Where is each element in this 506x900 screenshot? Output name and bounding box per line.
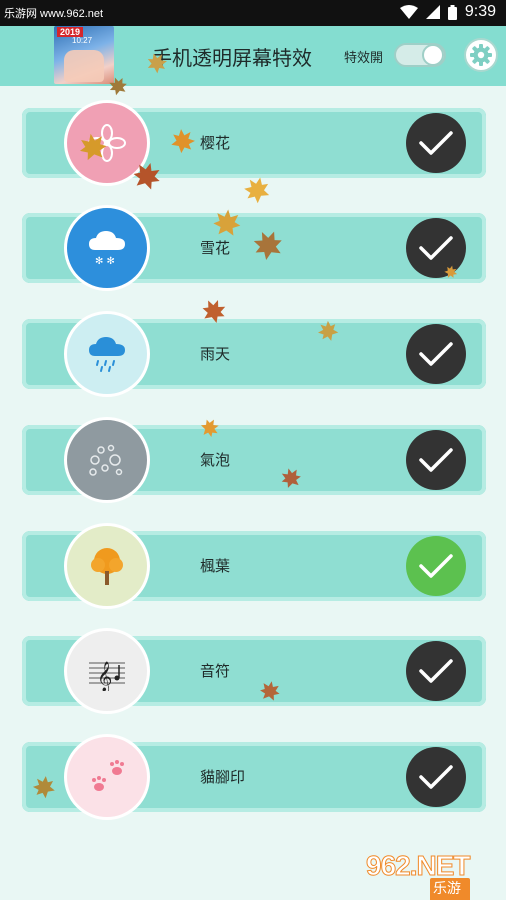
gear-icon: [470, 44, 492, 66]
effect-label: 雪花: [200, 239, 231, 257]
maple-leaf-icon: [281, 468, 301, 488]
maple-leaf-icon: [213, 209, 241, 236]
status-site-text: 乐游网 www.962.net: [4, 8, 104, 20]
maple-tree-icon: [91, 548, 123, 585]
status-icons: 9:39: [399, 3, 496, 21]
effect-card-maple[interactable]: 楓葉: [22, 523, 486, 609]
effect-label: 楓葉: [200, 557, 231, 575]
effect-label: 樱花: [200, 134, 231, 152]
maple-leaf-icon: [444, 265, 458, 278]
thumbnail-time: 10:27: [72, 36, 93, 45]
effect-check-button[interactable]: [406, 324, 466, 384]
wifi-icon: [399, 5, 418, 19]
wallpaper-thumbnail[interactable]: 2019 10:27: [54, 26, 114, 84]
effect-card-paw[interactable]: 貓腳印: [22, 734, 486, 820]
maple-leaf-icon: [253, 231, 282, 260]
effect-check-button[interactable]: [406, 113, 466, 173]
settings-button[interactable]: [464, 38, 498, 72]
effect-card-bubbles[interactable]: 氣泡: [22, 417, 486, 503]
signal-icon: [425, 5, 440, 19]
checkmark-icon: [419, 131, 453, 155]
effect-check-button[interactable]: [406, 747, 466, 807]
maple-leaf-icon: [32, 776, 55, 799]
maple-leaf-icon: [147, 53, 167, 74]
maple-leaf-icon: [202, 300, 226, 323]
effect-icon-circle: ✻ ✻: [64, 205, 150, 291]
maple-leaf-icon: [260, 681, 280, 701]
checkmark-icon: [419, 448, 453, 472]
svg-text:𝄞: 𝄞: [97, 661, 112, 691]
status-bar: 乐游网 www.962.net 9:39: [0, 0, 506, 26]
watermark-number: 962.NET: [366, 850, 471, 882]
maple-leaf-icon: [200, 419, 219, 437]
effect-card-rain[interactable]: 雨天: [22, 311, 486, 397]
site-watermark: 962.NET 乐游网: [366, 850, 471, 900]
effect-label: 音符: [200, 662, 231, 680]
music-note-icon: 𝄞: [89, 661, 125, 691]
bubbles-icon: [89, 444, 123, 476]
effect-toggle-label: 特效開: [344, 51, 384, 66]
maple-leaf-icon: [317, 320, 339, 341]
effect-label: 雨天: [200, 345, 231, 363]
paw-print-icon: [92, 760, 124, 791]
effect-label: 氣泡: [200, 451, 231, 469]
checkmark-icon: [419, 659, 453, 683]
checkmark-icon: [419, 765, 453, 789]
effect-toggle[interactable]: [394, 43, 446, 67]
effect-check-button[interactable]: [406, 430, 466, 490]
maple-leaf-icon: [244, 177, 270, 204]
app-header: 2019 10:27 手机透明屏幕特效 特效開: [0, 26, 506, 86]
app-title: 手机透明屏幕特效: [152, 46, 312, 70]
maple-leaf-icon: [79, 133, 107, 161]
effect-icon-circle: [64, 523, 150, 609]
effect-icon-circle: [64, 311, 150, 397]
effect-icon-circle: 𝄞: [64, 628, 150, 714]
effect-card-music[interactable]: 𝄞 音符: [22, 628, 486, 714]
effect-label: 貓腳印: [200, 768, 246, 786]
rain-cloud-icon: [89, 337, 125, 372]
effect-check-button[interactable]: [406, 641, 466, 701]
watermark-text: 乐游网: [430, 878, 470, 900]
toggle-knob: [422, 44, 444, 66]
effect-icon-circle: [64, 417, 150, 503]
checkmark-icon: [419, 236, 453, 260]
checkmark-icon: [419, 554, 453, 578]
thumbnail-hand-image: [64, 50, 104, 82]
checkmark-icon: [419, 342, 453, 366]
battery-icon: [447, 4, 457, 20]
status-time: 9:39: [464, 3, 496, 20]
maple-leaf-icon: [133, 162, 160, 190]
effect-check-button[interactable]: [406, 536, 466, 596]
effect-icon-circle: [64, 734, 150, 820]
snow-cloud-icon: ✻ ✻: [89, 231, 125, 267]
svg-text:✻ ✻: ✻ ✻: [95, 256, 115, 267]
maple-leaf-icon: [109, 77, 127, 96]
maple-leaf-icon: [171, 129, 195, 154]
